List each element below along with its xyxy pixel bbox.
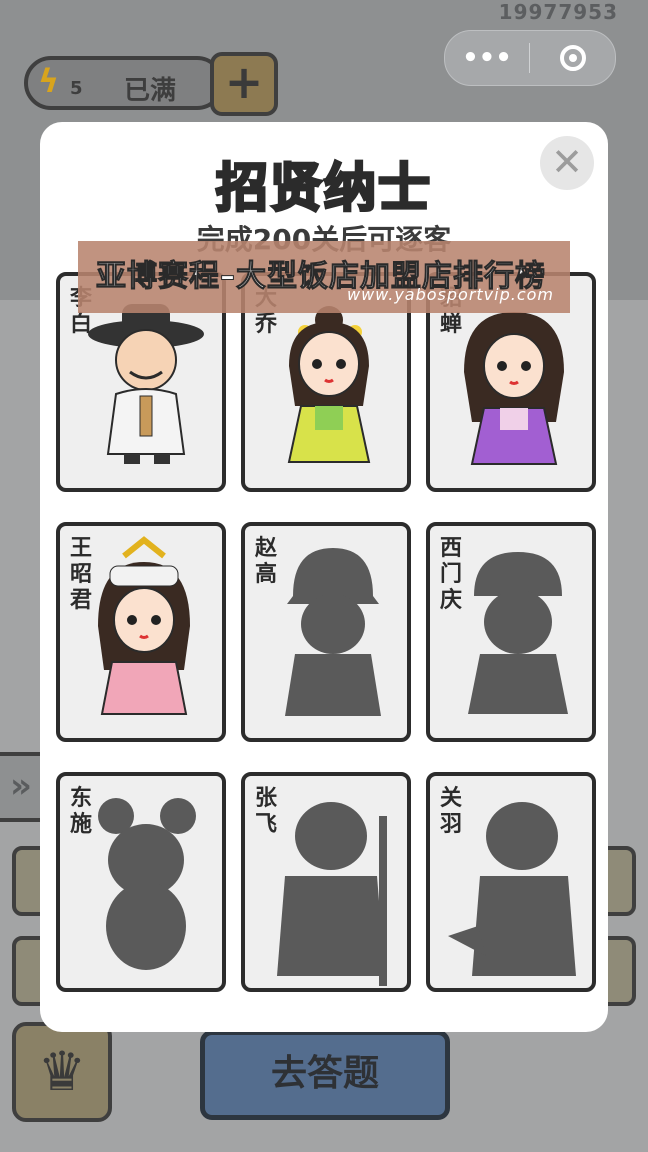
character-name: 东施 xyxy=(70,786,93,837)
character-card-zhaogao[interactable]: 赵高 xyxy=(241,522,411,742)
more-dots-icon[interactable]: ••• xyxy=(445,31,529,85)
miniprogram-capsule: ••• xyxy=(444,30,616,86)
character-card-guanyu[interactable]: 关羽 xyxy=(426,772,596,992)
character-name: 西门庆 xyxy=(440,536,463,613)
energy-status: 已满 xyxy=(124,76,177,106)
character-card-zhangfei[interactable]: 张飞 xyxy=(241,772,411,992)
modal-title: 招贤纳士 xyxy=(214,158,432,221)
character-name: 赵高 xyxy=(255,536,278,587)
ad-banner[interactable]: 亚博赛程–大型饭店加盟店排行榜 www.yabosportvip.com xyxy=(78,241,570,313)
energy-count: 5 xyxy=(70,78,83,99)
ad-url: www.yabosportvip.com xyxy=(347,285,554,304)
close-x-icon[interactable]: ✕ xyxy=(540,136,594,190)
character-name: 关羽 xyxy=(440,786,463,837)
score-counter: 19977953 xyxy=(498,0,618,24)
target-circle-icon[interactable] xyxy=(530,45,615,71)
plus-icon[interactable]: + xyxy=(210,52,278,116)
answer-button[interactable]: 去答题 xyxy=(200,1030,450,1120)
character-card-ximenqing[interactable]: 西门庆 xyxy=(426,522,596,742)
character-card-wangzhaojun[interactable]: 王昭君 xyxy=(56,522,226,742)
character-name: 王昭君 xyxy=(70,536,93,613)
character-card-dongshi[interactable]: 东施 xyxy=(56,772,226,992)
energy-bar: ϟ 5 已满 xyxy=(24,56,224,110)
character-name: 张飞 xyxy=(255,786,278,837)
lightning-icon: ϟ xyxy=(38,62,60,100)
trophy-icon[interactable]: ♛ xyxy=(12,1022,112,1122)
